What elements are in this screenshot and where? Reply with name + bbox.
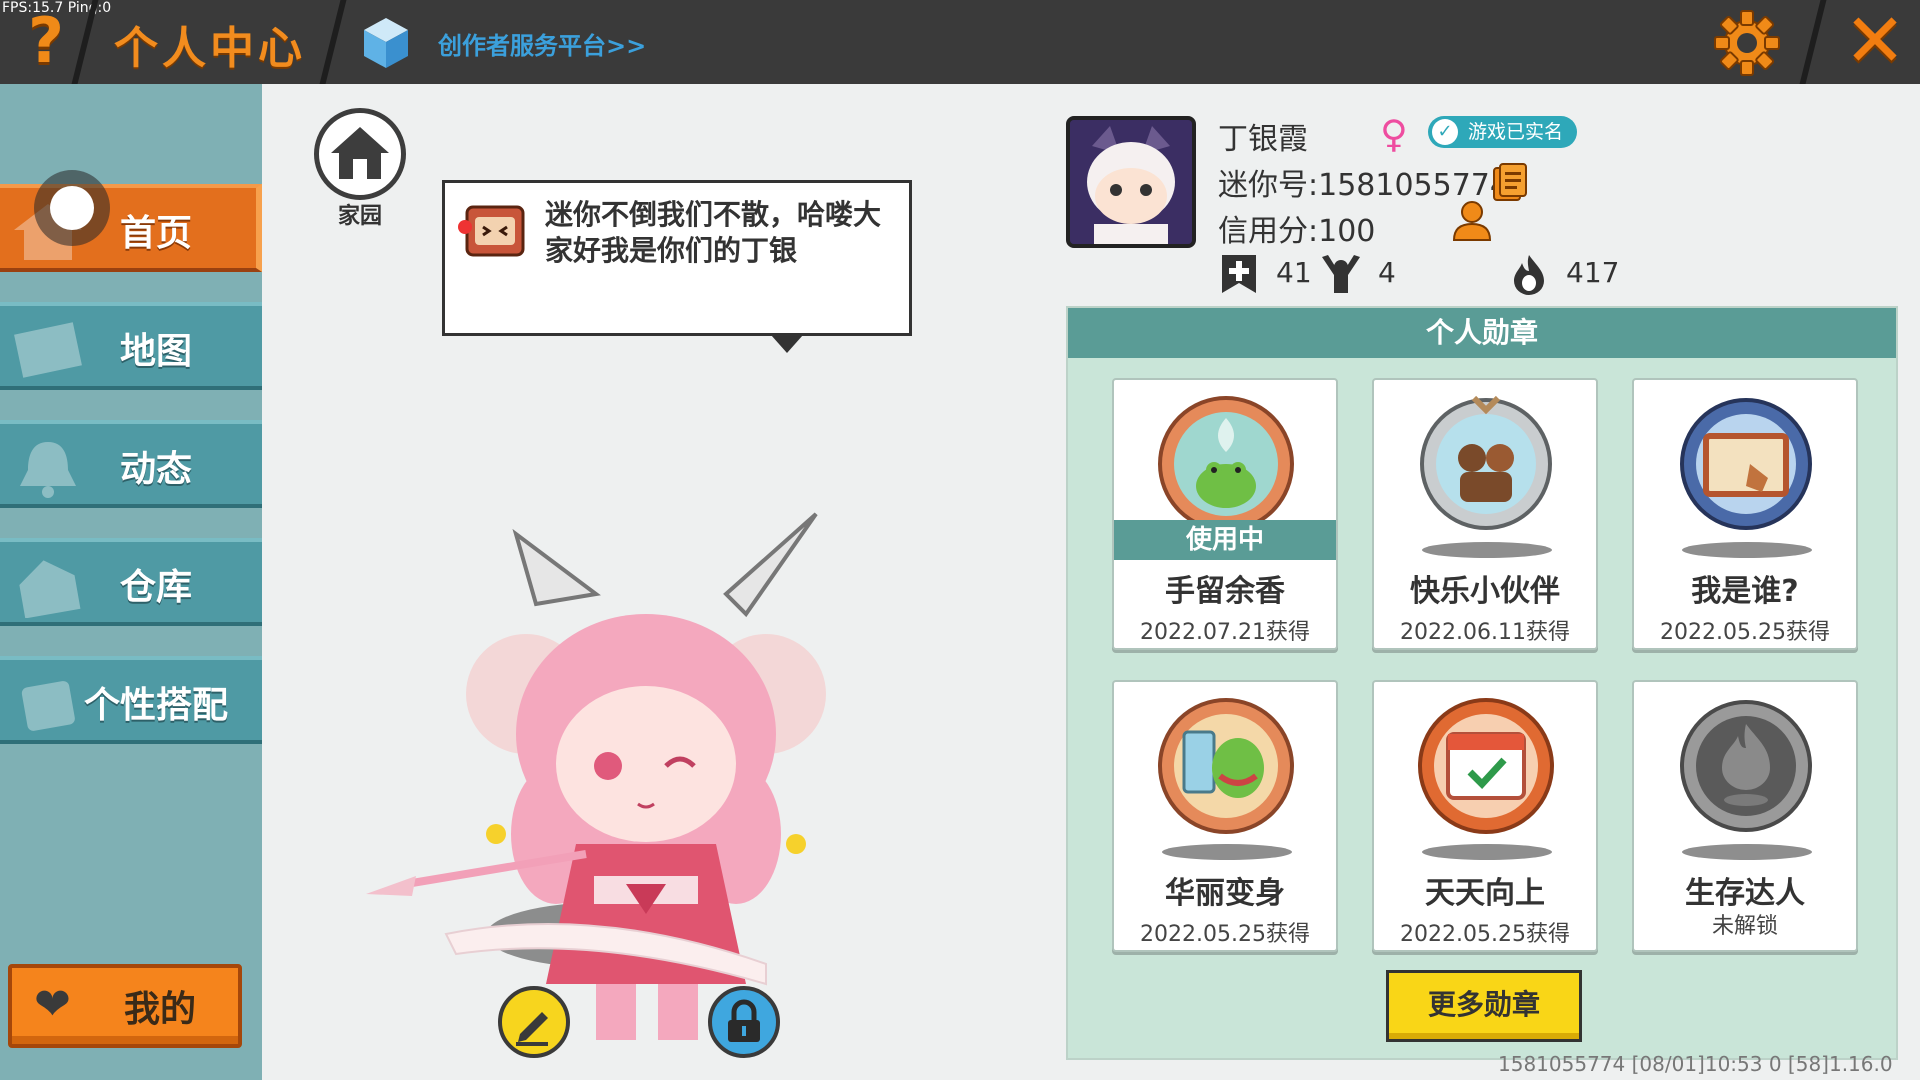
lock-button[interactable] xyxy=(708,986,780,1058)
stat-likes[interactable]: 41 xyxy=(1218,252,1312,295)
sidebar-item-label: 个性搭配 xyxy=(83,685,228,726)
friend-icon[interactable] xyxy=(1450,198,1494,242)
gear-icon[interactable] xyxy=(1712,8,1782,78)
stat-fans[interactable]: 4 xyxy=(1320,252,1396,295)
in-use-label: 使用中 xyxy=(1114,520,1336,560)
character-avatar[interactable] xyxy=(346,504,946,1064)
mine-button[interactable]: ❤ 我的 xyxy=(8,964,242,1048)
cube-icon[interactable] xyxy=(362,16,410,70)
username: 丁银霞 xyxy=(1218,122,1308,157)
house-icon xyxy=(331,127,389,179)
sidebar-item-warehouse[interactable]: 仓库 xyxy=(0,538,262,626)
divider xyxy=(1799,0,1827,84)
character-stage: 家园 迷你不倒我们不散，哈喽大家好我是你们的丁银 xyxy=(262,84,1062,1080)
badge-unlock-status: 未解锁 xyxy=(1711,914,1778,939)
sidebar-item-feed[interactable]: 动态 xyxy=(0,420,262,508)
homeland-label: 家园 xyxy=(337,204,382,229)
signature-text: 迷你不倒我们不散，哈喽大家好我是你们的丁银 xyxy=(545,198,882,267)
flame-icon xyxy=(1514,255,1544,295)
badge-card[interactable]: 生存达人 未解锁 xyxy=(1632,680,1858,952)
credit-score: 信用分:100 xyxy=(1218,214,1376,249)
calendar-medal-icon xyxy=(1418,698,1554,834)
badge-pedestal xyxy=(1422,542,1552,558)
badge-date: 2022.07.21获得 xyxy=(1140,620,1310,645)
close-icon: ✕ xyxy=(1843,0,1906,84)
stat-value: 41 xyxy=(1276,256,1312,289)
badge-pedestal xyxy=(1162,844,1292,860)
mine-label: 我的 xyxy=(124,989,197,1030)
more-badges-button[interactable]: 更多勋章 xyxy=(1386,970,1582,1042)
sidebar-item-label: 动态 xyxy=(119,449,192,490)
stat-popularity[interactable]: 417 xyxy=(1508,252,1619,295)
copy-icon[interactable] xyxy=(1492,162,1528,202)
letter-medal-icon xyxy=(1680,398,1812,530)
top-bar: FPS:15.7 Ping:0 ? 个人中心 创作者服务平台>> ✕ xyxy=(0,0,1920,84)
sidebar-item-label: 地图 xyxy=(119,331,192,372)
question-mark-icon: ? xyxy=(28,4,64,77)
pencil-icon xyxy=(516,1012,548,1046)
badge-pedestal xyxy=(1682,844,1812,860)
flag-icon xyxy=(1222,255,1256,293)
divider xyxy=(319,0,347,84)
friends-medal-icon xyxy=(1420,395,1552,530)
close-button[interactable]: ✕ xyxy=(1838,4,1912,78)
badge-date: 2022.05.25获得 xyxy=(1660,620,1830,645)
verified-user-icon: ✓ xyxy=(1432,119,1458,145)
sidebar-item-outfit[interactable]: 个性搭配 xyxy=(0,656,262,744)
badge-date: 2022.05.25获得 xyxy=(1140,922,1310,947)
badge-name: 华丽变身 xyxy=(1165,876,1285,911)
page-title: 个人中心 xyxy=(114,23,306,74)
stat-value: 417 xyxy=(1566,256,1620,289)
sidebar-item-label: 仓库 xyxy=(119,567,192,608)
footer-info: 1581055774 [08/01]10:53 0 [58]1.16.0 xyxy=(1498,1052,1893,1076)
badge-name: 快乐小伙伴 xyxy=(1410,574,1560,609)
verified-label: 游戏已实名 xyxy=(1468,121,1564,143)
creator-platform-link[interactable]: 创作者服务平台>> xyxy=(438,26,646,61)
badge-card[interactable]: 华丽变身 2022.05.25获得 xyxy=(1112,680,1338,952)
verified-badge: ✓ 游戏已实名 xyxy=(1428,116,1578,148)
avatar[interactable] xyxy=(1066,116,1196,248)
transform-medal-icon xyxy=(1158,698,1294,834)
lock-icon xyxy=(728,999,760,1042)
badge-date: 2022.05.25获得 xyxy=(1400,922,1570,947)
heart-icon: ❤ xyxy=(34,979,71,1030)
stat-value: 4 xyxy=(1378,256,1396,289)
signature-bubble[interactable]: 迷你不倒我们不散，哈喽大家好我是你们的丁银 xyxy=(442,180,912,353)
toggle-switch[interactable] xyxy=(34,170,110,246)
mini-avatar-icon xyxy=(458,205,525,257)
badge-name: 我是谁? xyxy=(1691,574,1799,609)
badge-name: 手留余香 xyxy=(1165,574,1285,609)
badge-date: 2022.06.11获得 xyxy=(1400,620,1570,645)
sidebar-item-map[interactable]: 地图 xyxy=(0,302,262,390)
badge-card[interactable]: 天天向上 2022.05.25获得 xyxy=(1372,680,1598,952)
badge-card[interactable]: 我是谁? 2022.05.25获得 xyxy=(1632,378,1858,650)
frog-medal-icon xyxy=(1158,396,1294,532)
badge-pedestal xyxy=(1422,844,1552,860)
badge-panel-title: 个人勋章 xyxy=(1068,308,1896,358)
badge-name: 生存达人 xyxy=(1685,876,1805,911)
female-icon: ♀ xyxy=(1380,112,1408,156)
badge-card[interactable]: 快乐小伙伴 2022.06.11获得 xyxy=(1372,378,1598,650)
homeland-button[interactable] xyxy=(314,108,406,200)
badge-card[interactable]: 使用中 手留余香 2022.07.21获得 xyxy=(1112,378,1338,650)
survival-medal-icon xyxy=(1680,700,1812,832)
badge-pedestal xyxy=(1682,542,1812,558)
badge-name: 天天向上 xyxy=(1425,876,1545,911)
edit-button[interactable] xyxy=(498,986,570,1058)
sidebar: 首页 地图 动态 仓库 个性搭配 ❤ 我的 xyxy=(0,84,262,1080)
profile-avatar-image xyxy=(1070,120,1192,244)
badge-panel: 个人勋章 使用中 手留余香 2022.07.21获得 快乐小伙伴 2022.06… xyxy=(1066,306,1898,1060)
cheer-icon xyxy=(1322,255,1360,293)
help-button[interactable]: ? xyxy=(14,6,78,76)
